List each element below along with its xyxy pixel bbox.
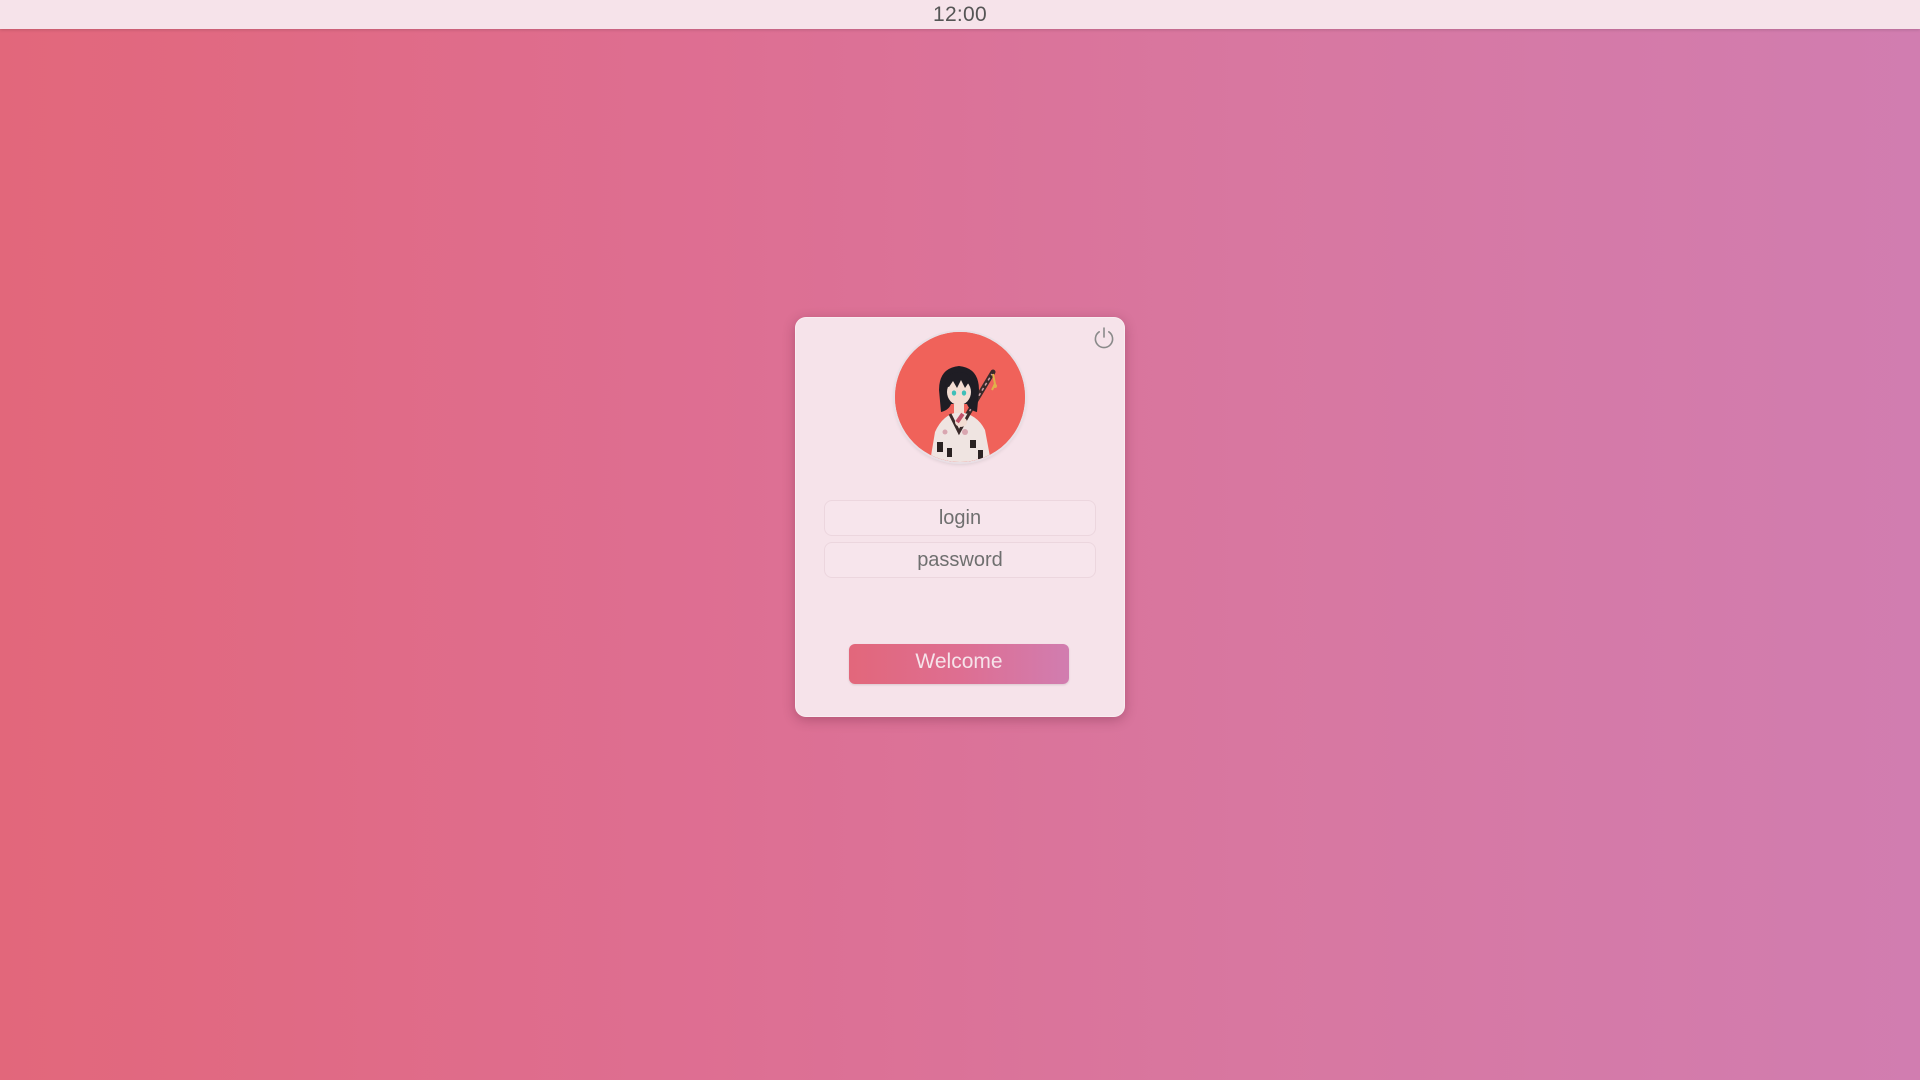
welcome-button[interactable]: Welcome xyxy=(849,644,1069,684)
login-input[interactable] xyxy=(824,500,1096,536)
password-input[interactable] xyxy=(824,542,1096,578)
login-card: Welcome xyxy=(795,317,1125,717)
clock: 12:00 xyxy=(932,2,988,26)
user-avatar xyxy=(895,332,1025,462)
power-button[interactable] xyxy=(1090,324,1118,352)
power-icon xyxy=(1094,327,1114,349)
anime-samurai-avatar-icon xyxy=(895,332,1025,462)
top-bar: 12:00 xyxy=(0,0,1920,29)
